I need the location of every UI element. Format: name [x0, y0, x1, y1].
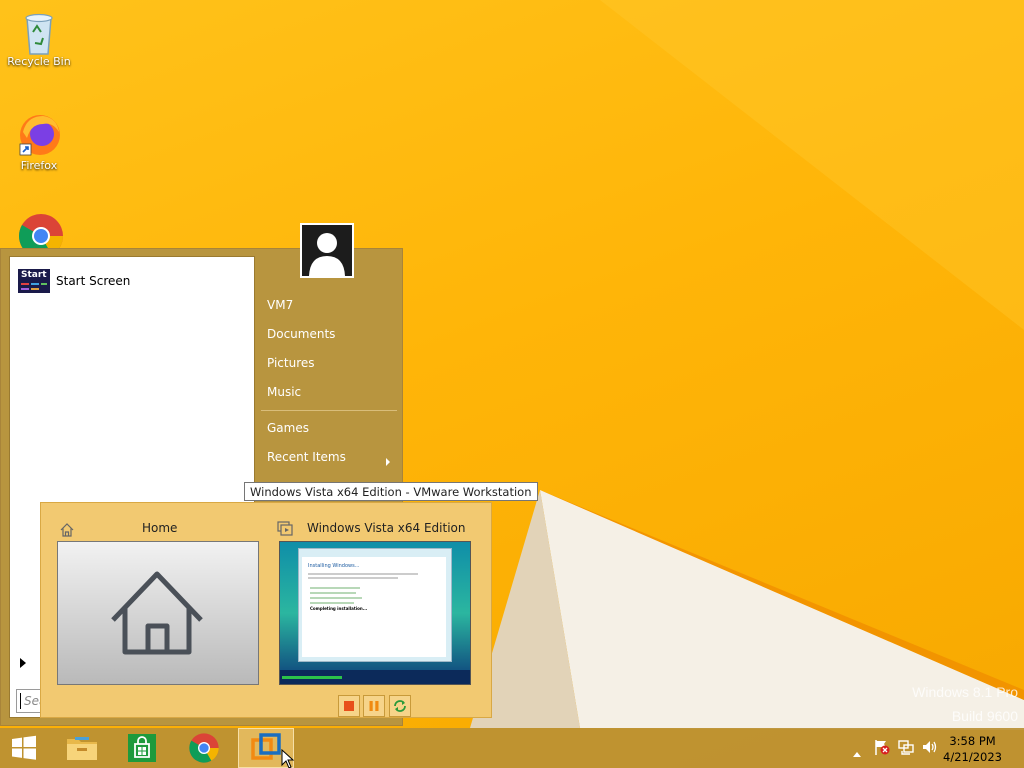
menu-separator	[261, 410, 397, 411]
start-menu-item-start-screen[interactable]: Start Start Screen	[18, 267, 130, 295]
taskbar-vmware-button[interactable]	[238, 728, 295, 768]
chevron-up-icon	[853, 752, 861, 757]
thumbnail-title-vm: Windows Vista x64 Edition	[307, 521, 466, 535]
restart-icon	[394, 700, 406, 712]
taskbar-file-explorer-button[interactable]	[54, 728, 110, 768]
user-silhouette-icon	[309, 233, 345, 276]
taskbar: 3:58 PM 4/21/2023	[0, 728, 1024, 768]
start-screen-tile-icon: Start	[18, 269, 50, 293]
clock-date: 4/21/2023	[943, 750, 1002, 764]
start-menu-link-pictures[interactable]: Pictures	[267, 356, 315, 370]
start-menu-link-user[interactable]: VM7	[267, 298, 293, 312]
stop-icon	[344, 701, 354, 711]
home-icon	[60, 522, 74, 541]
vm-installer-step: Completing installation...	[310, 606, 368, 611]
vm-progress-bar	[280, 670, 470, 684]
vm-pause-button[interactable]	[363, 695, 385, 717]
desktop[interactable]: Recycle Bin Firefox Windows 8.1 Pro Buil…	[0, 0, 1024, 768]
desktop-icon-firefox[interactable]: Firefox	[4, 112, 74, 172]
all-programs-arrow-icon[interactable]	[18, 655, 28, 669]
start-menu-link-documents[interactable]: Documents	[267, 327, 335, 341]
start-menu-item-label: Start Screen	[56, 274, 131, 288]
network-icon	[898, 740, 914, 755]
clock-time: 3:58 PM	[949, 734, 996, 748]
taskbar-tooltip: Windows Vista x64 Edition - VMware Works…	[244, 482, 538, 501]
thumbnail-home[interactable]	[57, 541, 259, 685]
show-hidden-icons-button[interactable]	[852, 743, 862, 762]
thumbnail-title-home: Home	[142, 521, 178, 535]
mouse-cursor-icon	[281, 749, 295, 768]
action-center-button[interactable]	[873, 738, 891, 760]
taskbar-store-button[interactable]	[114, 728, 170, 768]
recycle-bin-icon	[17, 8, 61, 55]
start-menu-link-music[interactable]: Music	[267, 385, 301, 399]
start-menu-link-games[interactable]: Games	[267, 421, 309, 435]
taskbar-chrome-button[interactable]	[176, 728, 232, 768]
volume-button[interactable]	[921, 738, 939, 760]
taskbar-thumbnail-popup: Home Windows Vista x64 Edition Installin…	[40, 502, 492, 718]
windows-logo-icon	[12, 735, 36, 760]
speaker-icon	[923, 741, 937, 753]
desktop-icon-label: Firefox	[20, 159, 58, 172]
folder-icon	[67, 737, 97, 760]
desktop-icon-recycle-bin[interactable]: Recycle Bin	[4, 8, 74, 68]
vm-restart-button[interactable]	[389, 695, 411, 717]
pause-icon	[369, 701, 379, 711]
start-button[interactable]	[0, 728, 48, 768]
vm-stop-button[interactable]	[338, 695, 360, 717]
chrome-icon	[189, 733, 219, 763]
vm-installer-heading: Installing Windows...	[308, 563, 360, 569]
network-button[interactable]	[897, 738, 915, 760]
vmware-workstation-icon	[251, 733, 281, 760]
user-avatar[interactable]	[300, 223, 354, 278]
firefox-icon	[17, 112, 61, 156]
os-build-watermark: Build 9600	[951, 708, 1018, 724]
start-menu-link-recent-items[interactable]: Recent Items	[267, 450, 346, 464]
desktop-icon-label: Recycle Bin	[7, 55, 71, 68]
store-icon	[128, 734, 156, 762]
vm-installer-window: Installing Windows... Completing install…	[298, 548, 452, 662]
taskbar-clock[interactable]: 3:58 PM 4/21/2023	[943, 733, 1002, 765]
vm-icon	[277, 521, 293, 540]
home-large-icon	[111, 571, 203, 655]
os-version-watermark: Windows 8.1 Pro	[912, 684, 1018, 700]
flag-alert-icon	[875, 740, 890, 755]
thumbnail-vm-screen[interactable]: Installing Windows... Completing install…	[279, 541, 471, 685]
text-caret	[20, 693, 21, 709]
submenu-arrow-icon	[385, 452, 391, 471]
